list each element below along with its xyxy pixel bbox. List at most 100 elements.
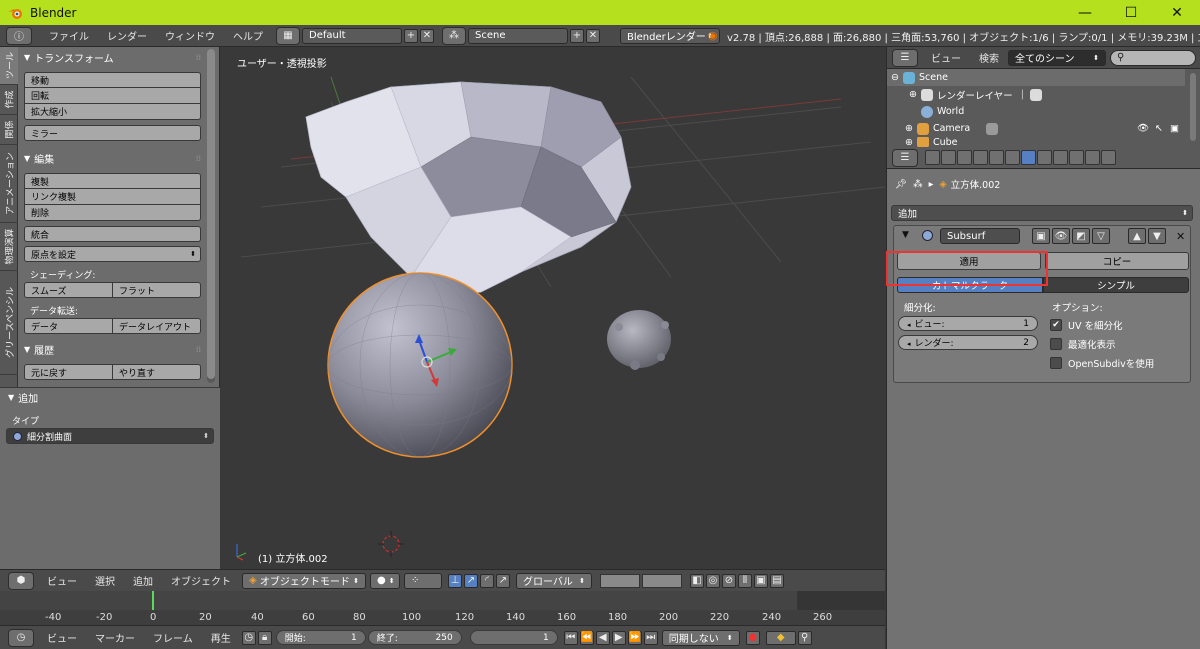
- small-sculpted-object[interactable]: [607, 310, 671, 370]
- tab-physics[interactable]: 物理演算: [0, 223, 18, 271]
- tab-object-icon[interactable]: [989, 150, 1004, 165]
- delete-button[interactable]: 削除: [24, 205, 201, 221]
- tab-data-icon[interactable]: [1037, 150, 1052, 165]
- viewport-toggle-icon[interactable]: 👁︎: [1052, 228, 1070, 244]
- shade-flat-button[interactable]: フラット: [113, 282, 201, 298]
- render-icon[interactable]: ▣: [754, 573, 768, 588]
- jump-start-icon[interactable]: ⏮: [563, 630, 578, 645]
- 3d-cursor-icon[interactable]: [378, 531, 404, 557]
- tab-constraints-icon[interactable]: [1005, 150, 1020, 165]
- remove-modifier-icon[interactable]: ✕: [1176, 230, 1185, 243]
- tab-relations[interactable]: 関係: [0, 115, 18, 145]
- rock-mesh[interactable]: [305, 81, 632, 298]
- layout-browse-button[interactable]: ▦: [276, 26, 300, 45]
- outliner-menu-search[interactable]: 検索: [970, 47, 1008, 69]
- timeline-menu-view[interactable]: ビュー: [38, 627, 86, 649]
- current-frame-field[interactable]: 1: [469, 630, 558, 645]
- scene-remove-button[interactable]: ✕: [586, 28, 600, 43]
- view-levels-field[interactable]: ◂ ビュー: 1: [898, 316, 1038, 331]
- manipulator-toggle[interactable]: ⊥: [448, 573, 462, 588]
- camera-render-icon[interactable]: ▤: [770, 573, 784, 588]
- render-engine-select[interactable]: Blenderレンダー ⬍: [620, 27, 720, 44]
- translate-manipulator[interactable]: ↗: [464, 573, 478, 588]
- snap-element-icon[interactable]: ⫴: [738, 573, 752, 588]
- sync-mode-select[interactable]: 同期しない ⬍: [661, 629, 740, 646]
- preview-range-icon[interactable]: ◷: [241, 630, 256, 645]
- scale-manipulator[interactable]: ↗: [496, 573, 510, 588]
- play-icon[interactable]: ▶: [611, 630, 626, 645]
- tab-material-icon[interactable]: [1053, 150, 1068, 165]
- shading-select[interactable]: ● ⬍: [370, 572, 400, 589]
- outliner-row-camera[interactable]: ⊕ Camera 👁︎ ↖ ▣: [887, 120, 1185, 137]
- mode-select[interactable]: ◈ オブジェクトモード ⬍: [242, 572, 366, 589]
- join-button[interactable]: 統合: [24, 226, 201, 242]
- data-layout-button[interactable]: データレイアウト: [113, 318, 201, 334]
- set-origin-select[interactable]: 原点を設定 ⬍: [24, 246, 201, 262]
- grip-icon[interactable]: ⁞⁞: [196, 345, 201, 354]
- editor-type-outliner-button[interactable]: ☰: [892, 48, 918, 67]
- shade-smooth-button[interactable]: スムーズ: [24, 282, 113, 298]
- menu-view[interactable]: ビュー: [38, 570, 86, 592]
- cage-toggle-icon[interactable]: ▽: [1092, 228, 1110, 244]
- jump-end-icon[interactable]: ⏭: [643, 630, 658, 645]
- editor-type-timeline-button[interactable]: ◷: [8, 628, 34, 647]
- lock-icon[interactable]: 🔒︎: [257, 630, 272, 645]
- outliner-row-renderlayers[interactable]: ⊕ レンダーレイヤー |: [887, 86, 1185, 103]
- simple-toggle[interactable]: シンプル: [1043, 277, 1189, 293]
- orientation-select[interactable]: グローバル ⬍: [516, 572, 592, 589]
- rotate-button[interactable]: 回転: [24, 88, 201, 104]
- menu-object[interactable]: オブジェクト: [162, 570, 240, 592]
- tool-shelf-scrollbar[interactable]: [207, 49, 215, 383]
- scene-browse-button[interactable]: ⁂: [442, 26, 466, 45]
- opensubdiv-checkbox[interactable]: OpenSubdivを使用: [1050, 356, 1154, 370]
- viewport-scene[interactable]: [221, 47, 885, 569]
- data-transfer-button[interactable]: データ: [24, 318, 113, 334]
- record-icon[interactable]: ●: [745, 630, 760, 645]
- add-modifier-select[interactable]: 追加 ⬍: [891, 205, 1193, 221]
- outliner-row-cube[interactable]: ⊕ Cube: [887, 137, 1185, 147]
- redo-button[interactable]: やり直す: [113, 364, 201, 380]
- tab-modifiers-icon[interactable]: [1021, 150, 1036, 165]
- timeline[interactable]: -40 -20 0 20 40 60 80 100 120 140 160 18…: [0, 591, 885, 625]
- edit-panel-header[interactable]: ▼ 編集 ⁞⁞: [20, 149, 205, 167]
- tab-physics-icon[interactable]: [1101, 150, 1116, 165]
- operator-type-select[interactable]: 細分割曲面 ⬍: [6, 428, 214, 444]
- play-reverse-icon[interactable]: ◀: [595, 630, 610, 645]
- menu-add[interactable]: 追加: [124, 570, 162, 592]
- operator-panel-header[interactable]: ▼ 追加: [0, 388, 220, 406]
- menu-file[interactable]: ファイル: [40, 25, 98, 47]
- pin-icon[interactable]: 📌︎: [895, 179, 907, 190]
- layer-buttons[interactable]: [600, 573, 682, 588]
- transform-panel-header[interactable]: ▼ トランスフォーム ⁞⁞: [20, 48, 205, 66]
- end-frame-field[interactable]: 終了: 250: [367, 630, 462, 645]
- render-camera-icon[interactable]: ▣: [1170, 123, 1179, 134]
- tab-particles-icon[interactable]: [1085, 150, 1100, 165]
- close-button[interactable]: ✕: [1154, 0, 1200, 25]
- selected-sphere[interactable]: [327, 272, 513, 458]
- render-toggle-icon[interactable]: ▣: [1032, 228, 1050, 244]
- menu-window[interactable]: ウィンドウ: [156, 25, 224, 47]
- outliner-row-scene[interactable]: ⊖ Scene: [887, 69, 1185, 86]
- layout-add-button[interactable]: +: [404, 28, 418, 43]
- outliner-scrollbar[interactable]: [1190, 73, 1196, 141]
- optimal-display-checkbox[interactable]: 最適化表示: [1050, 337, 1116, 351]
- duplicate-linked-button[interactable]: リンク複製: [24, 189, 201, 205]
- mirror-button[interactable]: ミラー: [24, 125, 201, 141]
- move-down-icon[interactable]: ▼: [1148, 228, 1166, 244]
- proportional-edit-icon[interactable]: ◎: [706, 573, 720, 588]
- history-panel-header[interactable]: ▼ 履歴 ⁞⁞: [20, 340, 205, 358]
- tab-render-layers-icon[interactable]: [941, 150, 956, 165]
- minimize-button[interactable]: —: [1062, 0, 1108, 25]
- editor-type-3d-button[interactable]: ⬢: [8, 571, 34, 590]
- pivot-select[interactable]: ⁘: [404, 572, 442, 589]
- scene-add-button[interactable]: +: [570, 28, 584, 43]
- scene-name-field[interactable]: Scene: [468, 27, 568, 44]
- menu-help[interactable]: ヘルプ: [224, 25, 272, 47]
- collapse-triangle-icon[interactable]: ▼: [902, 230, 909, 240]
- tab-tools[interactable]: ツール: [0, 47, 18, 85]
- timeline-menu-playback[interactable]: 再生: [202, 627, 240, 649]
- grip-icon[interactable]: ⁞⁞: [196, 154, 201, 163]
- layout-name-field[interactable]: Default: [302, 27, 402, 44]
- layout-remove-button[interactable]: ✕: [420, 28, 434, 43]
- outliner-row-world[interactable]: World: [887, 103, 1185, 120]
